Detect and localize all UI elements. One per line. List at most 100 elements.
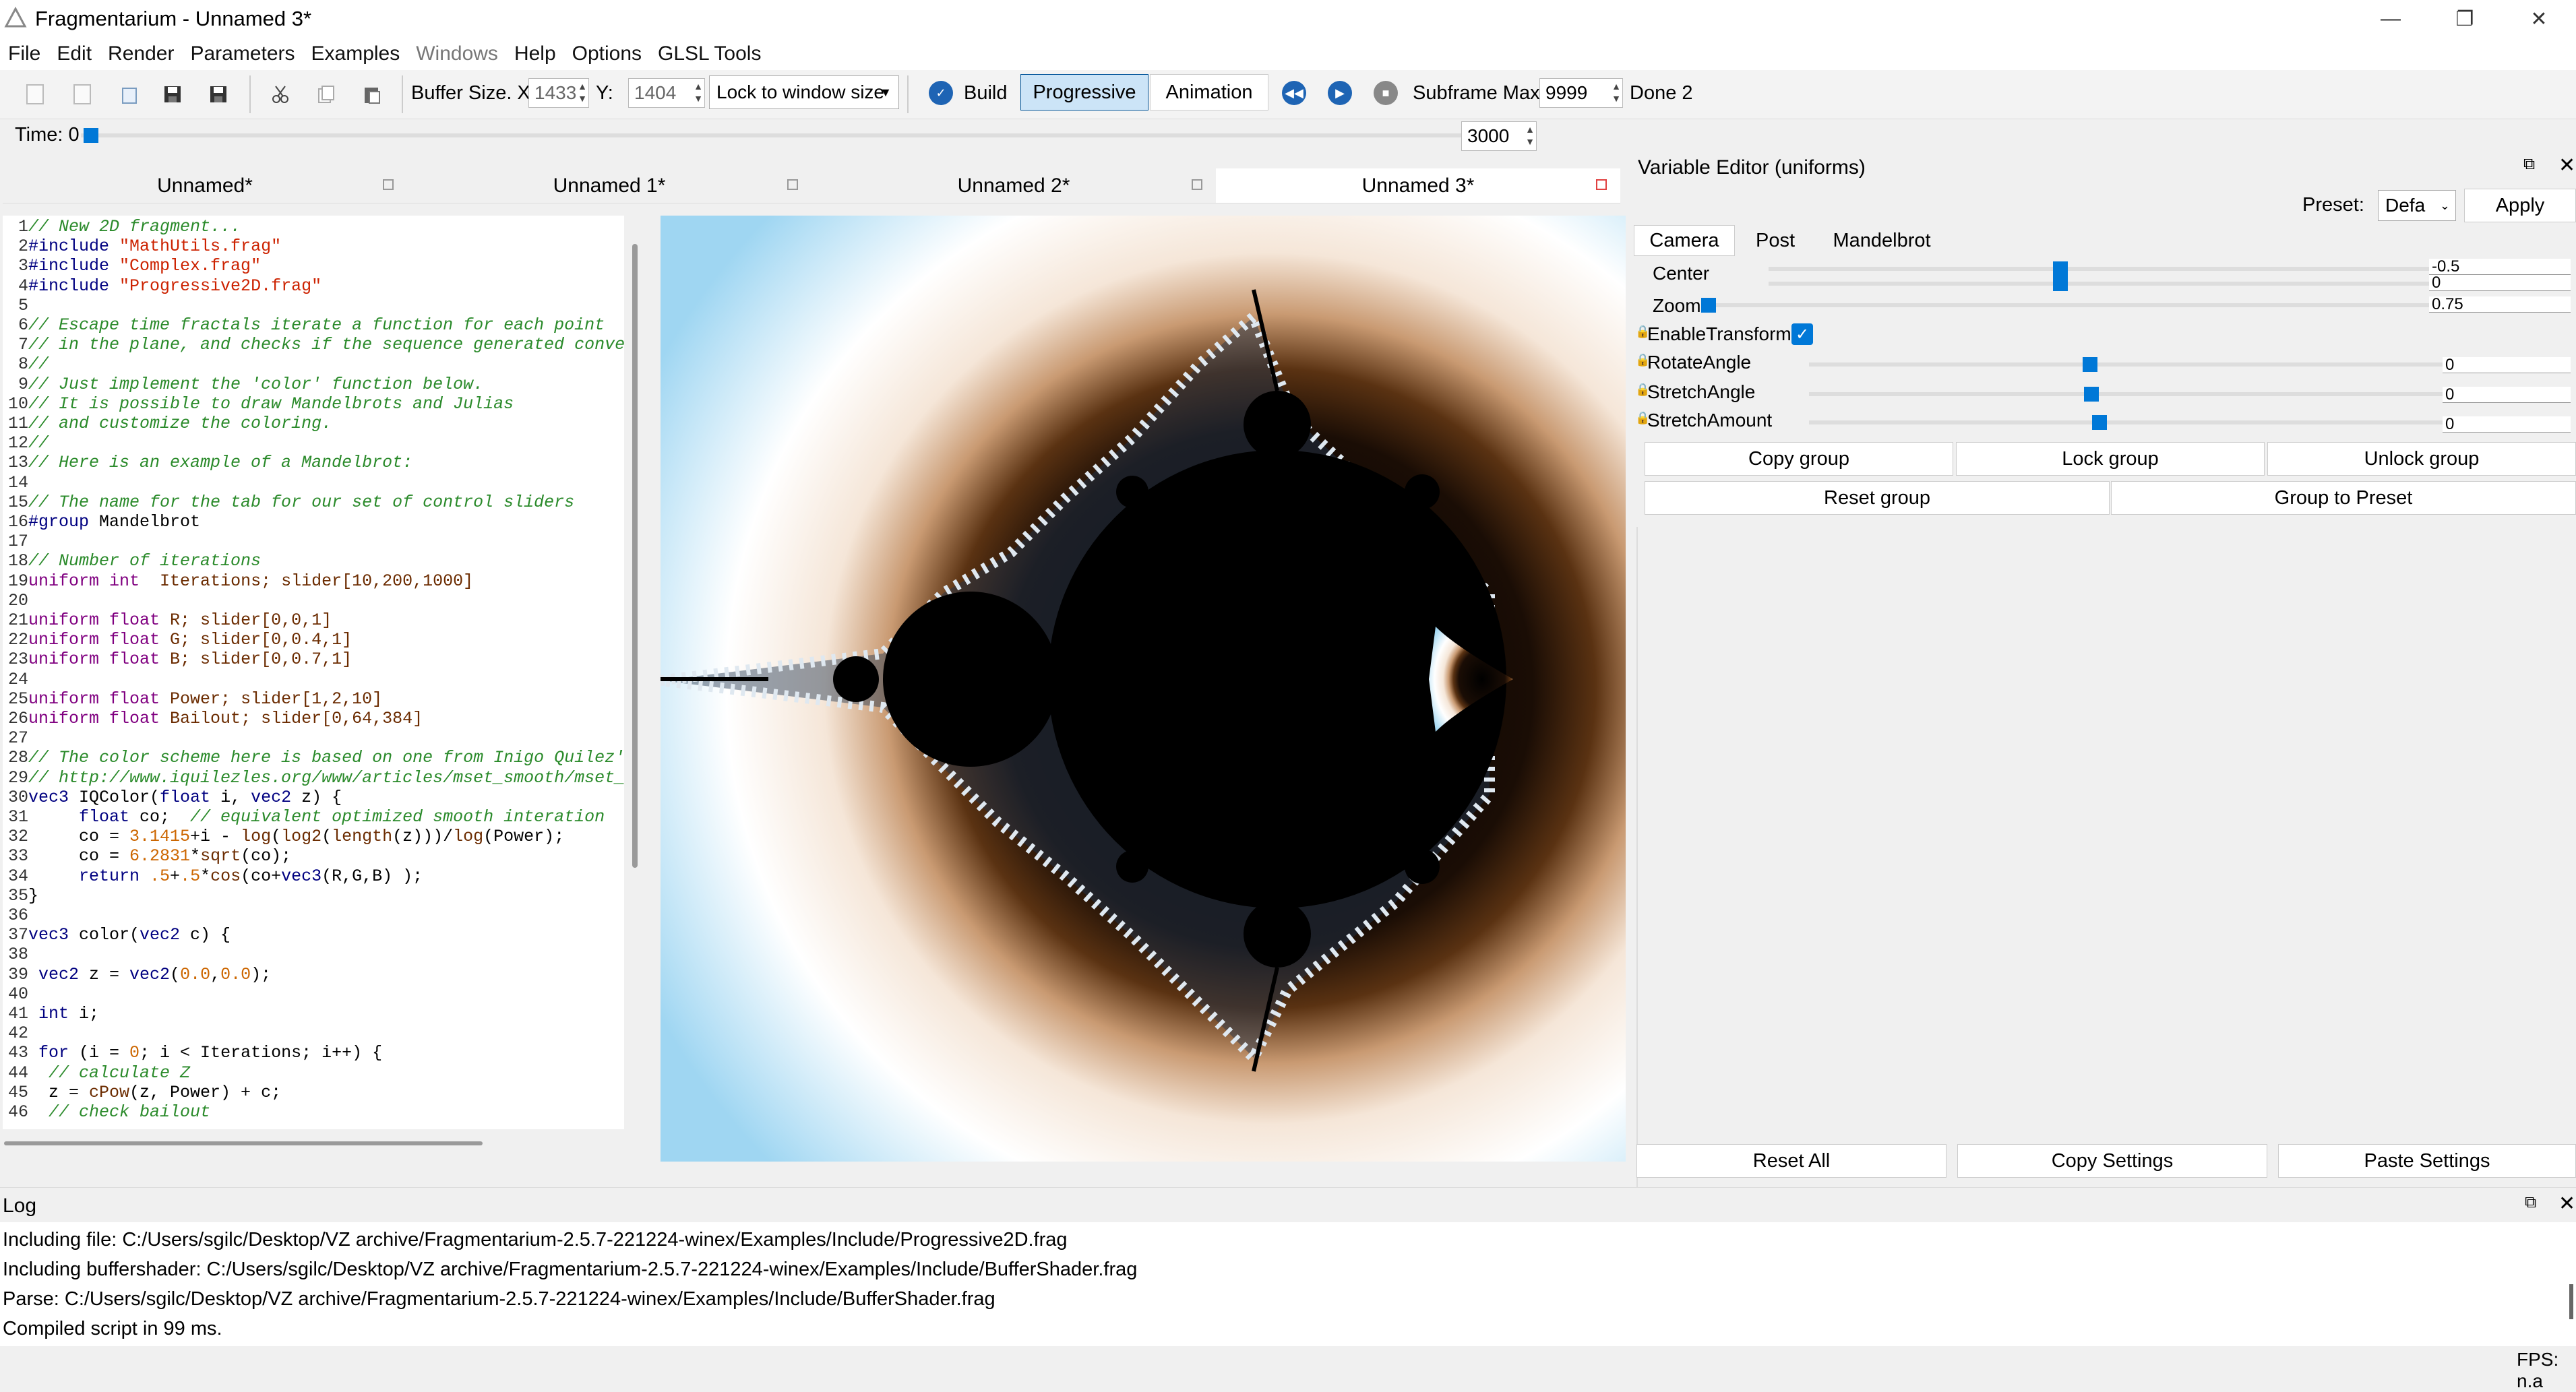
code-token: "MathUtils.frag" (119, 236, 282, 257)
tab-close-icon[interactable] (1192, 179, 1202, 190)
tab-camera[interactable]: Camera (1634, 225, 1735, 256)
log-scrollbar[interactable] (2569, 1284, 2573, 1319)
close-panel-icon[interactable]: ✕ (2558, 154, 2575, 177)
subframe-max-spinbox[interactable]: 9999 ▲ ▼ (1539, 78, 1623, 108)
menu-glsl-tools[interactable]: GLSL Tools (650, 42, 769, 65)
lock-size-dropdown[interactable]: Lock to window size ▼ (709, 75, 899, 109)
spin-arrows-icon[interactable]: ▲ ▼ (694, 80, 703, 104)
code-token: length (332, 827, 393, 847)
spin-arrows-icon[interactable]: ▲ ▼ (1525, 123, 1535, 148)
reset-group-button[interactable]: Reset group (1645, 481, 2110, 515)
tab-post[interactable]: Post (1735, 225, 1816, 256)
paste-settings-button[interactable]: Paste Settings (2278, 1144, 2576, 1178)
zoom-field[interactable]: 0.75 (2429, 296, 2571, 313)
code-token: B; slider[0,0.7,1] (170, 650, 352, 670)
menu-edit[interactable]: Edit (49, 42, 100, 65)
time-end-spinbox[interactable]: 3000 ▲ ▼ (1461, 121, 1537, 151)
center-y-field[interactable]: 0 (2429, 275, 2571, 291)
menu-windows[interactable]: Windows (408, 42, 506, 65)
menu-parameters[interactable]: Parameters (182, 42, 303, 65)
center-x-field[interactable]: -0.5 (2429, 259, 2571, 275)
save-as-icon[interactable] (204, 80, 233, 109)
code-line: 8// (3, 354, 49, 375)
buffer-x-spinbox[interactable]: 1433 ▲ ▼ (528, 78, 589, 108)
copy-settings-button[interactable]: Copy Settings (1957, 1144, 2267, 1178)
menu-help[interactable]: Help (506, 42, 564, 65)
build-button[interactable]: Build (964, 82, 1008, 104)
code-token: // Number of iterations (28, 551, 262, 571)
time-slider-track[interactable] (81, 133, 1463, 137)
copy-group-button[interactable]: Copy group (1645, 442, 1953, 476)
menu-render[interactable]: Render (100, 42, 182, 65)
open-file-icon[interactable] (115, 80, 144, 109)
spin-arrows-icon[interactable]: ▲ ▼ (1612, 80, 1621, 104)
line-number: 44 (7, 1063, 28, 1083)
progressive-button[interactable]: Progressive (1020, 74, 1148, 110)
code-editor[interactable]: 1// New 2D fragment... 2#include "MathUti… (3, 216, 624, 1129)
tab-mandelbrot[interactable]: Mandelbrot (1816, 225, 1948, 256)
stretch-amount-field[interactable]: 0 (2443, 416, 2571, 433)
save-icon[interactable] (158, 80, 187, 109)
apply-preset-button[interactable]: Apply (2464, 189, 2576, 222)
stretch-amount-handle[interactable] (2092, 415, 2107, 430)
rotate-angle-handle[interactable] (2083, 357, 2097, 372)
preset-dropdown[interactable]: Defa ⌄ (2378, 190, 2456, 221)
close-button[interactable]: ✕ (2502, 0, 2576, 38)
code-line: 3#include "Complex.frag" (3, 256, 261, 276)
fractal-render-view[interactable] (661, 216, 1626, 1162)
animation-button[interactable]: Animation (1150, 74, 1268, 110)
code-line: 44 // calculate Z (3, 1063, 190, 1083)
center-x-handle[interactable] (2053, 261, 2068, 276)
code-token: // The color scheme here is based on one… (28, 748, 624, 768)
period-4-bulb (833, 656, 879, 702)
tab-unnamed[interactable]: Unnamed* (3, 168, 407, 203)
spin-arrows-icon[interactable]: ▲ ▼ (578, 80, 587, 104)
reset-all-button[interactable]: Reset All (1636, 1144, 1946, 1178)
tab-close-icon[interactable] (1596, 179, 1607, 190)
code-line: 34 return .5+.5*cos(co+vec3(R,G,B) ); (3, 866, 423, 887)
log-panel[interactable]: Including file: C:/Users/sgilc/Desktop/V… (0, 1222, 2576, 1346)
stretch-angle-field[interactable]: 0 (2443, 387, 2571, 403)
code-token: Power; slider[1,2,10] (170, 689, 383, 709)
menu-examples[interactable]: Examples (303, 42, 408, 65)
tab-unnamed-2[interactable]: Unnamed 2* (811, 168, 1216, 203)
restore-button[interactable]: ❐ (2428, 0, 2502, 38)
center-y-handle[interactable] (2053, 276, 2068, 291)
mode-2d-icon[interactable] (20, 80, 50, 109)
buffer-y-spinbox[interactable]: 1404 ▲ ▼ (628, 78, 705, 108)
lock-group-button[interactable]: Lock group (1956, 442, 2265, 476)
time-slider-handle[interactable] (84, 128, 98, 143)
code-token: // The name for the tab for our set of c… (28, 492, 575, 512)
close-panel-icon[interactable]: ✕ (2558, 1192, 2575, 1215)
editor-horizontal-scrollbar[interactable] (4, 1141, 483, 1145)
line-number: 26 (7, 709, 28, 728)
paste-icon[interactable] (357, 80, 387, 109)
unlock-group-button[interactable]: Unlock group (2267, 442, 2576, 476)
minimize-button[interactable]: — (2354, 0, 2428, 38)
code-token: uniform int (28, 571, 160, 591)
zoom-handle[interactable] (1701, 298, 1716, 313)
tab-unnamed-3[interactable]: Unnamed 3* (1216, 168, 1620, 203)
rewind-icon[interactable]: ◀◀ (1282, 81, 1306, 105)
float-panel-icon[interactable]: ⧉ (2523, 155, 2535, 174)
float-panel-icon[interactable]: ⧉ (2525, 1193, 2536, 1212)
rotate-angle-field[interactable]: 0 (2443, 357, 2571, 373)
code-line: 6// Escape time fractals iterate a funct… (3, 315, 605, 336)
play-icon[interactable]: ▶ (1328, 81, 1352, 105)
editor-vertical-scrollbar[interactable] (632, 244, 638, 868)
code-token: uniform float (28, 689, 171, 709)
tab-unnamed-1[interactable]: Unnamed 1* (407, 168, 811, 203)
group-to-preset-button[interactable]: Group to Preset (2111, 481, 2576, 515)
mode-3d-icon[interactable] (67, 80, 97, 109)
line-number: 17 (7, 532, 28, 552)
tab-close-icon[interactable] (787, 179, 798, 190)
menu-options[interactable]: Options (564, 42, 650, 65)
copy-icon[interactable] (311, 80, 341, 109)
build-icon[interactable]: ✓ (929, 81, 953, 105)
tab-close-icon[interactable] (383, 179, 394, 190)
menu-file[interactable]: File (0, 42, 49, 65)
stop-icon[interactable]: ■ (1374, 81, 1398, 105)
cut-icon[interactable] (266, 80, 295, 109)
enable-transform-checkbox[interactable]: ✓ (1791, 323, 1813, 345)
stretch-angle-handle[interactable] (2084, 387, 2099, 402)
